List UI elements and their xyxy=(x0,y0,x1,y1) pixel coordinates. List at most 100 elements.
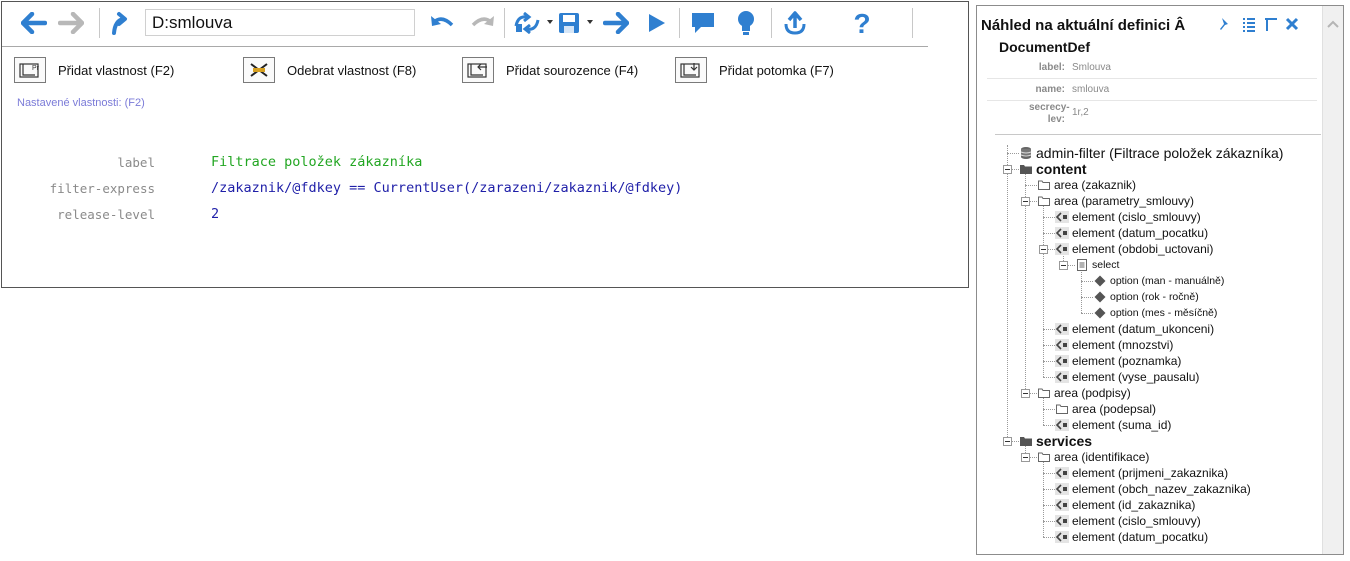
tree-connector xyxy=(1043,217,1055,218)
tree-node[interactable]: area (podepsal) xyxy=(1055,401,1156,417)
folder-icon xyxy=(1037,194,1051,208)
element-icon xyxy=(1055,514,1069,528)
database-icon xyxy=(1019,146,1033,160)
tree-node[interactable]: element (suma_id) xyxy=(1055,417,1171,433)
tree-collapse-toggle[interactable] xyxy=(1021,389,1030,398)
definition-tree: admin-filter (Filtrace položek zákazníka… xyxy=(977,6,1325,554)
tree-collapse-toggle[interactable] xyxy=(1003,437,1012,446)
element-icon xyxy=(1055,242,1069,256)
tree-connector xyxy=(1043,457,1044,537)
tree-node-label: area (zakaznik) xyxy=(1054,178,1137,192)
option-icon xyxy=(1093,290,1107,304)
tree-node[interactable]: element (datum_pocatku) xyxy=(1055,225,1208,241)
save-icon[interactable] xyxy=(554,8,584,38)
property-row[interactable]: filter-express /zakaznik/@fdkey == Curre… xyxy=(2,178,942,200)
preview-scrollbar[interactable] xyxy=(1322,6,1343,554)
element-icon xyxy=(1055,418,1069,432)
save-dropdown-icon[interactable] xyxy=(587,20,593,24)
add-child-button[interactable]: Přidat potomka (F7) xyxy=(675,56,834,84)
tree-node[interactable]: select xyxy=(1075,257,1119,273)
compile-icon[interactable] xyxy=(512,8,542,38)
tree-node[interactable]: element (prijmeni_zakaznika) xyxy=(1055,465,1228,481)
tree-node[interactable]: element (cislo_smlouvy) xyxy=(1055,209,1201,225)
tree-node[interactable]: services xyxy=(1019,433,1092,449)
tree-node[interactable]: area (zakaznik) xyxy=(1037,177,1136,193)
tree-node-label: option (rok - ročně) xyxy=(1110,291,1199,303)
tree-node-label: element (vyse_pausalu) xyxy=(1072,370,1200,384)
property-value[interactable]: /zakaznik/@fdkey == CurrentUser(/zarazen… xyxy=(211,180,682,196)
tree-node-label: option (mes - měsíčně) xyxy=(1110,307,1218,319)
back-arrow-icon[interactable] xyxy=(19,8,49,38)
tree-collapse-toggle[interactable] xyxy=(1039,245,1048,254)
toolbar-separator xyxy=(99,8,100,38)
path-input[interactable] xyxy=(145,9,415,36)
tree-node[interactable]: option (rok - ročně) xyxy=(1093,289,1199,305)
tree-node[interactable]: area (parametry_smlouvy) xyxy=(1037,193,1194,209)
add-sibling-label: Přidat sourozence (F4) xyxy=(506,62,639,78)
tree-node-label: element (datum_pocatku) xyxy=(1072,226,1209,240)
tree-connector xyxy=(1043,537,1055,538)
comment-icon[interactable] xyxy=(688,8,718,38)
property-row[interactable]: label Filtrace položek zákazníka xyxy=(2,152,942,174)
compile-dropdown-icon[interactable] xyxy=(547,20,553,24)
tree-node[interactable]: element (datum_ukonceni) xyxy=(1055,321,1214,337)
tree-node[interactable]: element (poznamka) xyxy=(1055,353,1181,369)
lightbulb-icon[interactable] xyxy=(731,8,761,38)
tree-node[interactable]: option (man - manuálně) xyxy=(1093,273,1224,289)
run-icon[interactable] xyxy=(641,8,671,38)
tree-collapse-toggle[interactable] xyxy=(1021,453,1030,462)
tree-node[interactable]: admin-filter (Filtrace položek zákazníka… xyxy=(1019,145,1283,161)
tree-collapse-toggle[interactable] xyxy=(1059,261,1068,270)
property-key: filter-express xyxy=(49,181,155,196)
tree-collapse-toggle[interactable] xyxy=(1003,165,1012,174)
tree-node-label: element (poznamka) xyxy=(1072,354,1182,368)
tree-node-label: content xyxy=(1036,161,1087,177)
forward-arrow-icon[interactable] xyxy=(56,8,86,38)
tree-node-label: element (datum_ukonceni) xyxy=(1072,322,1215,336)
publish-icon[interactable] xyxy=(780,8,810,38)
tree-connector xyxy=(1043,233,1055,234)
property-value[interactable]: Filtrace položek zákazníka xyxy=(211,154,422,170)
add-child-label: Přidat potomka (F7) xyxy=(719,62,834,78)
tree-connector xyxy=(1043,425,1055,426)
help-icon[interactable]: ? xyxy=(847,8,877,38)
tree-node-label: option (man - manuálně) xyxy=(1110,275,1225,287)
tree-node[interactable]: content xyxy=(1019,161,1087,177)
tree-node[interactable]: element (cislo_smlouvy) xyxy=(1055,513,1201,529)
element-icon xyxy=(1055,530,1069,544)
remove-property-icon xyxy=(243,57,275,83)
tree-node[interactable]: area (identifikace) xyxy=(1037,449,1149,465)
remove-property-button[interactable]: Odebrat vlastnost (F8) xyxy=(243,56,416,84)
tree-node[interactable]: element (datum_pocatku) xyxy=(1055,529,1208,545)
tree-node-label: area (podpisy) xyxy=(1054,386,1131,400)
up-icon[interactable] xyxy=(106,8,136,38)
add-property-button[interactable]: Pr Přidat vlastnost (F2) xyxy=(14,56,174,84)
tree-node[interactable]: element (mnozstvi) xyxy=(1055,337,1173,353)
scroll-up-icon[interactable] xyxy=(1327,20,1339,28)
property-key: label xyxy=(117,155,155,170)
add-sibling-icon xyxy=(462,57,494,83)
tree-connector xyxy=(1043,345,1055,346)
set-properties-link[interactable]: Nastavené vlastnosti: (F2) xyxy=(17,97,145,109)
tree-node[interactable]: element (id_zakaznika) xyxy=(1055,497,1195,513)
go-icon[interactable] xyxy=(601,8,631,38)
tree-node-label: select xyxy=(1092,259,1120,271)
tree-node-label: area (parametry_smlouvy) xyxy=(1054,194,1195,208)
tree-collapse-toggle[interactable] xyxy=(1021,197,1030,206)
property-row[interactable]: release-level 2 xyxy=(2,204,942,226)
tree-node-label: element (suma_id) xyxy=(1072,418,1172,432)
undo-icon[interactable] xyxy=(428,8,458,38)
tree-node[interactable]: element (obdobi_uctovani) xyxy=(1055,241,1213,257)
tree-node[interactable]: element (obch_nazev_zakaznika) xyxy=(1055,481,1251,497)
tree-node-label: element (obdobi_uctovani) xyxy=(1072,242,1214,256)
tree-node[interactable]: option (mes - měsíčně) xyxy=(1093,305,1217,321)
tree-node-label: area (identifikace) xyxy=(1054,450,1150,464)
tree-connector xyxy=(1007,153,1019,154)
tree-connector xyxy=(1081,297,1093,298)
tree-node[interactable]: area (podpisy) xyxy=(1037,385,1131,401)
tree-node[interactable]: element (vyse_pausalu) xyxy=(1055,369,1199,385)
redo-icon[interactable] xyxy=(467,8,497,38)
add-sibling-button[interactable]: Přidat sourozence (F4) xyxy=(462,56,638,84)
tree-node-label: element (id_zakaznika) xyxy=(1072,498,1196,512)
property-value[interactable]: 2 xyxy=(211,206,219,222)
